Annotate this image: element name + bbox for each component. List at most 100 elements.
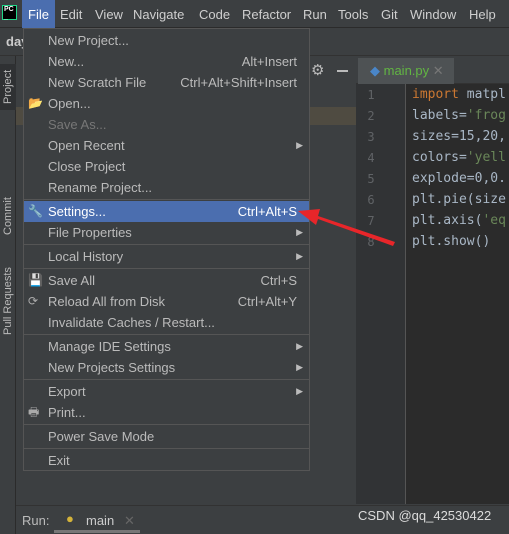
menu-item-label: New Scratch File: [48, 75, 147, 90]
menu-file[interactable]: File: [22, 0, 55, 28]
menu-item-new-scratch-file[interactable]: New Scratch File Ctrl+Alt+Shift+Insert: [24, 72, 309, 93]
code-line[interactable]: sizes=15,20,: [412, 129, 506, 144]
menu-item-close-project[interactable]: Close Project: [24, 156, 309, 177]
menu-item-new[interactable]: New... Alt+Insert: [24, 51, 309, 72]
editor-tab-main[interactable]: ◆ main.py ✕: [358, 58, 454, 84]
shortcut: Ctrl+Alt+Shift+Insert: [180, 75, 297, 90]
code-line[interactable]: plt.show(): [412, 234, 490, 249]
menu-separator: [24, 244, 309, 245]
code-line[interactable]: colors='yell: [412, 150, 506, 165]
menu-separator: [24, 199, 309, 200]
menu-item-label: Exit: [48, 453, 70, 468]
menu-item-label: Open Recent: [48, 138, 125, 153]
menu-item-label: Open...: [48, 96, 91, 111]
menu-item-invalidate-caches-restart[interactable]: Invalidate Caches / Restart...: [24, 312, 309, 333]
shortcut: Ctrl+S: [260, 273, 297, 288]
menu-item-new-project[interactable]: New Project...: [24, 30, 309, 51]
menu-item-label: Save As...: [48, 117, 107, 132]
menu-item-open[interactable]: 📂 Open...: [24, 93, 309, 114]
python-file-icon: ◆: [370, 63, 380, 78]
menu-help[interactable]: Help: [463, 0, 502, 28]
submenu-arrow-icon: ▶: [296, 341, 303, 351]
close-icon[interactable]: ✕: [433, 63, 444, 78]
menu-item-label: Manage IDE Settings: [48, 339, 171, 354]
print-icon: 🖶: [28, 405, 40, 419]
code-line[interactable]: plt.axis('eq: [412, 213, 506, 228]
menu-navigate[interactable]: Navigate: [127, 0, 190, 28]
menu-item-label: Local History: [48, 249, 124, 264]
menu-window[interactable]: Window: [404, 0, 462, 28]
menu-item-file-properties[interactable]: File Properties ▶: [24, 222, 309, 243]
menu-separator: [24, 424, 309, 425]
reload-icon: ⟳: [28, 294, 39, 308]
submenu-arrow-icon: ▶: [296, 386, 303, 396]
shortcut: Ctrl+Alt+Y: [237, 294, 297, 309]
menu-git[interactable]: Git: [375, 0, 404, 28]
menu-item-export[interactable]: Export ▶: [24, 381, 309, 402]
menu-item-save-all[interactable]: 💾 Save All Ctrl+S: [24, 270, 309, 291]
run-tab-main[interactable]: main: [86, 513, 114, 528]
menu-separator: [24, 379, 309, 380]
tab-commit[interactable]: Commit: [0, 191, 16, 241]
line-number: 5: [367, 172, 375, 186]
tab-label: main.py: [383, 63, 430, 78]
menu-item-label: New...: [48, 54, 85, 69]
submenu-arrow-icon: ▶: [296, 362, 303, 372]
menu-item-label: Close Project: [48, 159, 126, 174]
line-number: 4: [367, 151, 375, 165]
tab-pull-requests[interactable]: Pull Requests: [0, 261, 16, 341]
run-tab-underline: [54, 530, 140, 533]
line-number: 1: [367, 88, 375, 102]
code-line[interactable]: plt.pie(size: [412, 192, 506, 207]
menu-item-label: New Projects Settings: [48, 360, 176, 375]
menu-item-local-history[interactable]: Local History ▶: [24, 246, 309, 267]
menu-item-label: Power Save Mode: [48, 429, 155, 444]
menu-view[interactable]: View: [89, 0, 129, 28]
file-menu: New Project... New... Alt+Insert New Scratc…: [23, 28, 310, 471]
menu-item-new-projects-settings[interactable]: New Projects Settings ▶: [24, 357, 309, 378]
menu-item-print[interactable]: 🖶 Print...: [24, 402, 309, 423]
menu-item-exit[interactable]: Exit: [24, 450, 309, 471]
gear-icon[interactable]: ⚙: [311, 61, 324, 79]
menu-item-rename-project[interactable]: Rename Project...: [24, 177, 309, 198]
left-tool-strip: Project Commit Pull Requests: [0, 56, 16, 534]
menu-item-label: Export: [48, 384, 86, 399]
shortcut: Ctrl+Alt+S: [237, 204, 297, 219]
code-line[interactable]: import matpl: [412, 87, 506, 102]
code-line[interactable]: explode=0,0.: [412, 171, 506, 186]
menu-item-label: Print...: [48, 405, 86, 420]
menu-separator: [24, 448, 309, 449]
menu-separator: [24, 334, 309, 335]
menu-edit[interactable]: Edit: [54, 0, 88, 28]
menu-item-label: Reload All from Disk: [48, 294, 166, 309]
menu-tools[interactable]: Tools: [332, 0, 374, 28]
line-number: 3: [367, 130, 375, 144]
tab-project[interactable]: Project: [0, 64, 16, 110]
watermark: CSDN @qq_42530422: [358, 508, 492, 523]
menu-item-power-save-mode[interactable]: Power Save Mode: [24, 426, 309, 447]
minimize-icon[interactable]: [337, 70, 348, 72]
wrench-icon: 🔧: [28, 204, 43, 218]
menu-refactor[interactable]: Refactor: [236, 0, 297, 28]
close-icon[interactable]: ✕: [124, 513, 135, 529]
save-icon: 💾: [28, 273, 43, 287]
python-icon: ●: [66, 511, 74, 526]
folder-icon: 📂: [28, 96, 43, 110]
menu-item-reload-all-from-disk[interactable]: ⟳ Reload All from Disk Ctrl+Alt+Y: [24, 291, 309, 312]
menu-item-label: Rename Project...: [48, 180, 153, 195]
run-label: Run:: [22, 513, 50, 528]
menu-item-open-recent[interactable]: Open Recent ▶: [24, 135, 309, 156]
menu-item-label: File Properties: [48, 225, 132, 240]
menu-item-label: Save All: [48, 273, 95, 288]
line-gutter: [356, 84, 406, 504]
menu-item-save-as[interactable]: Save As...: [24, 114, 309, 135]
menu-item-label: New Project...: [48, 33, 129, 48]
menu-item-manage-ide-settings[interactable]: Manage IDE Settings ▶: [24, 336, 309, 357]
menu-code[interactable]: Code: [193, 0, 236, 28]
code-line[interactable]: labels='frog: [412, 108, 506, 123]
menu-separator: [24, 268, 309, 269]
menu-run[interactable]: Run: [297, 0, 333, 28]
red-arrow-annotation: [298, 209, 395, 246]
submenu-arrow-icon: ▶: [296, 140, 303, 150]
menu-item-settings[interactable]: 🔧 Settings... Ctrl+Alt+S: [24, 201, 309, 222]
